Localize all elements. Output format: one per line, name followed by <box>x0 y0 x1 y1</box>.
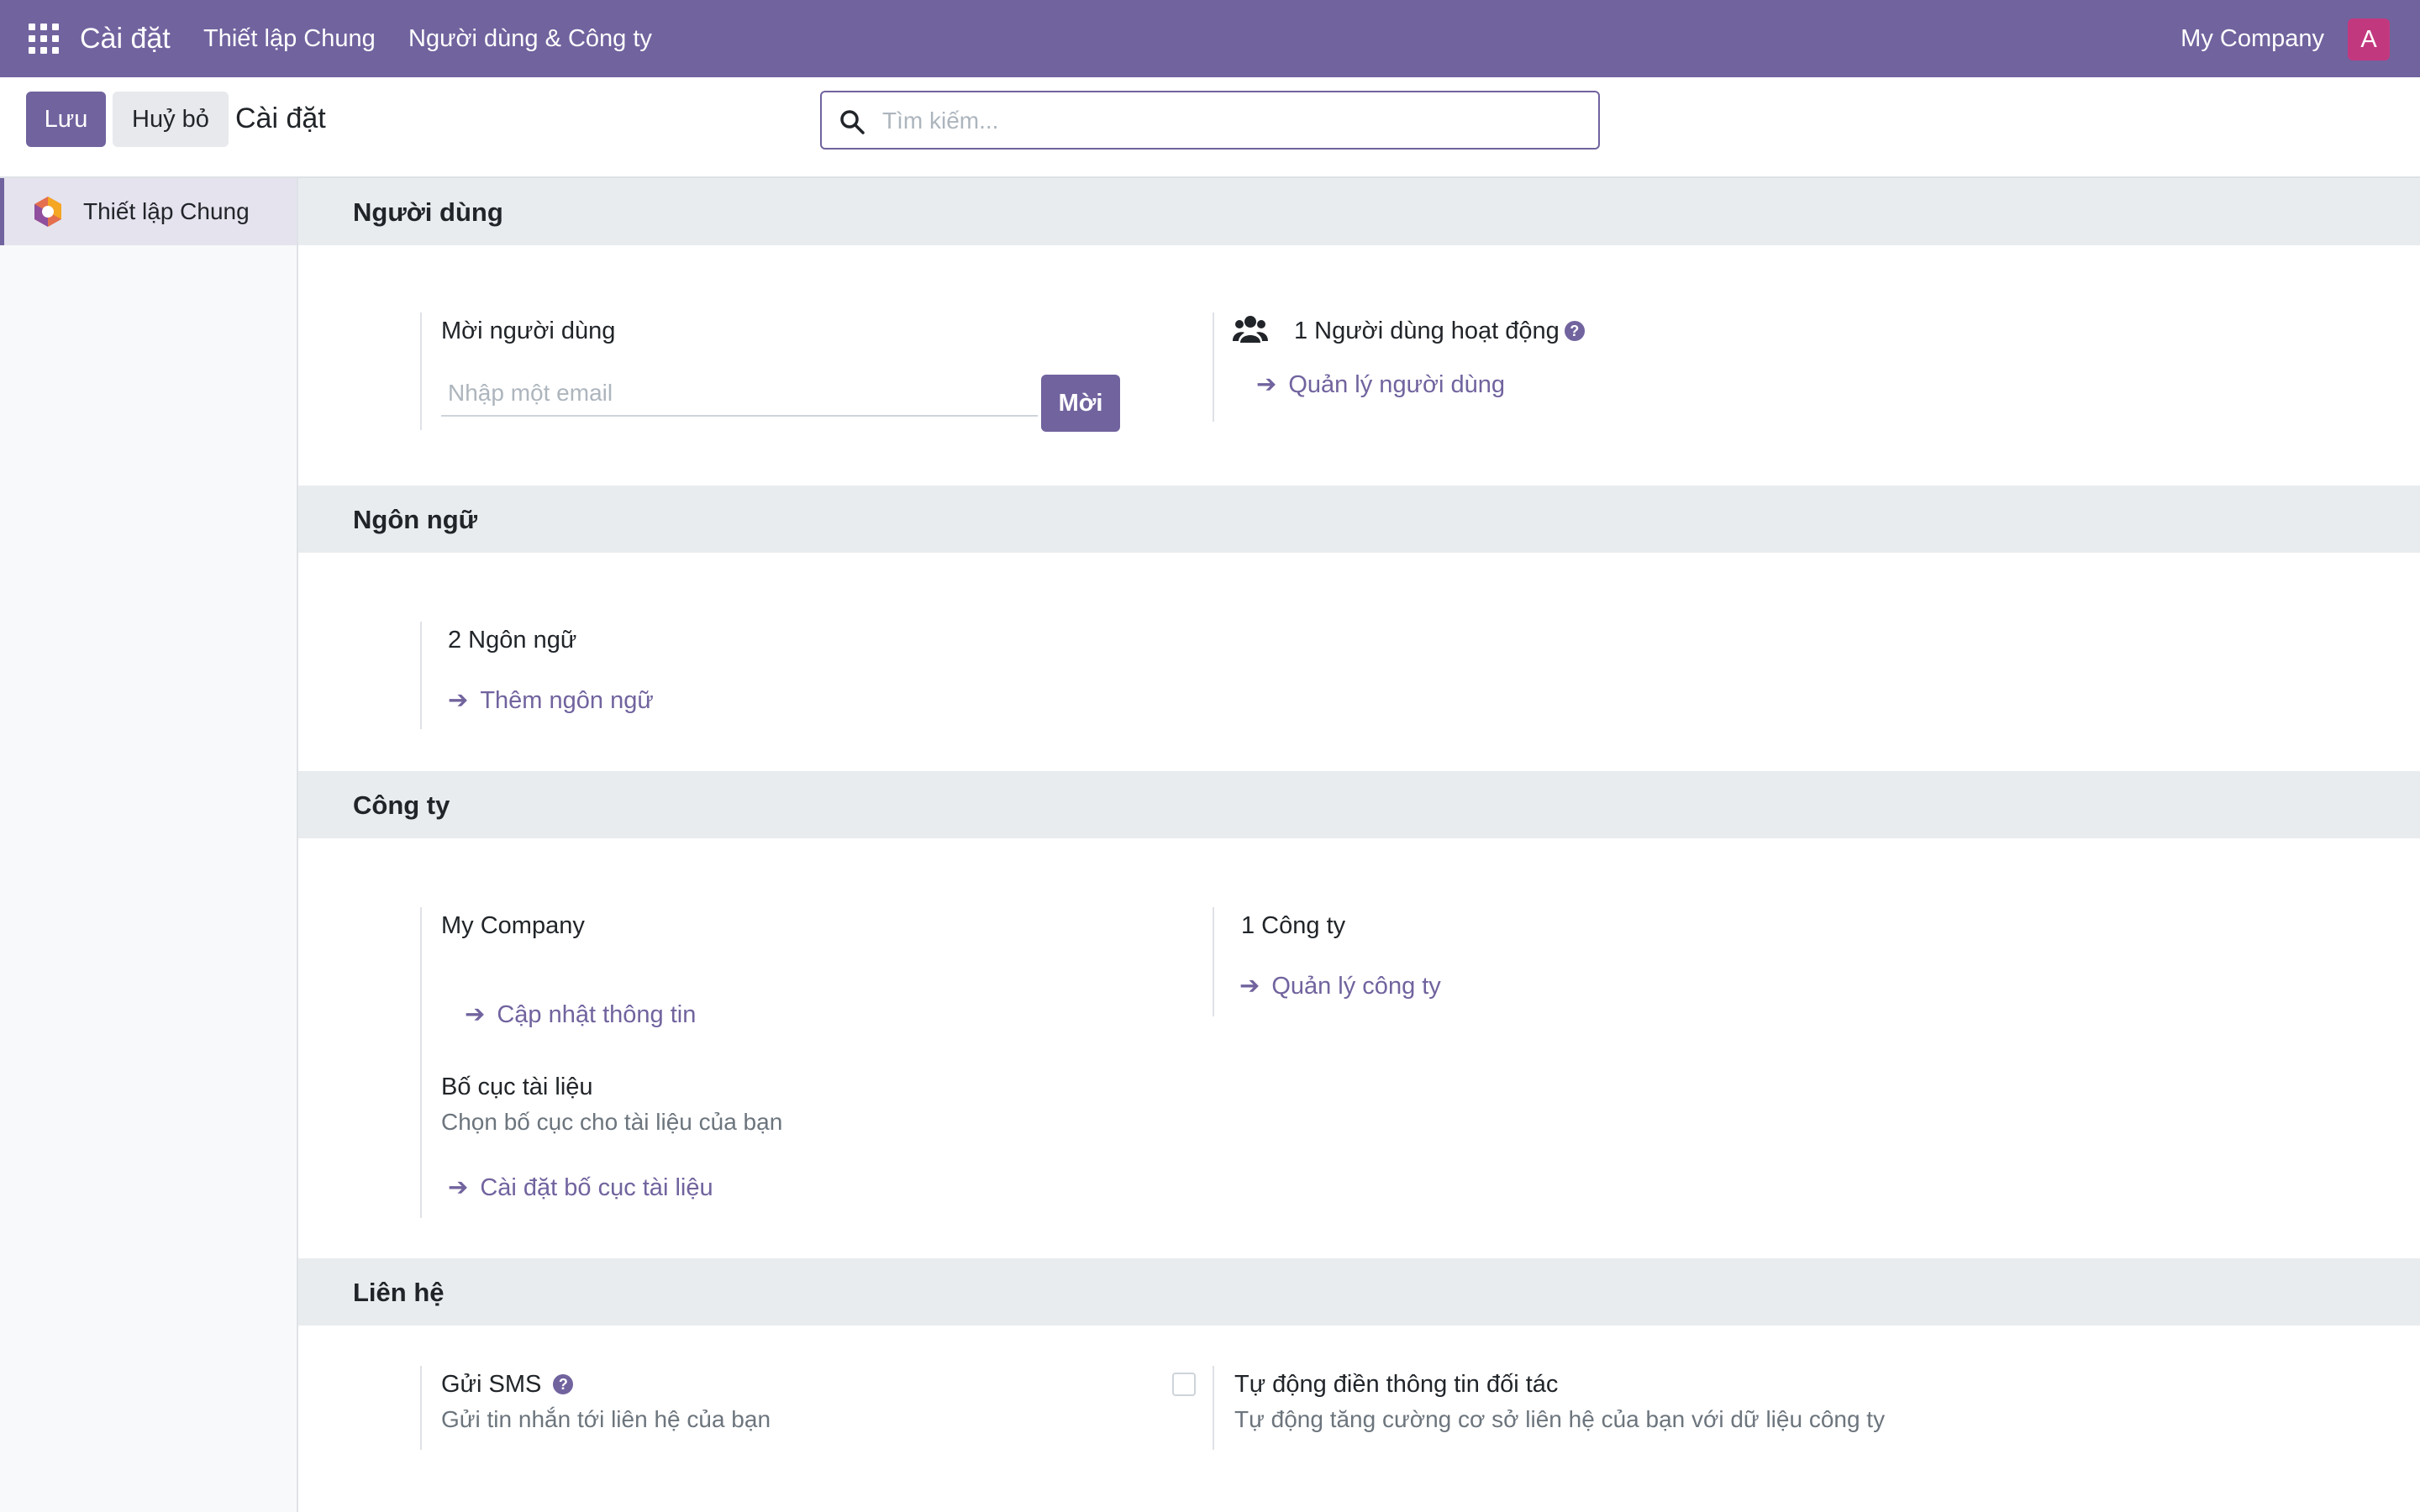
page-title: Cài đặt <box>235 102 326 134</box>
save-button[interactable]: Lưu <box>26 92 106 147</box>
user-avatar[interactable]: A <box>2348 18 2390 60</box>
send-sms-title: Gửi SMS? <box>441 1368 574 1401</box>
configure-document-layout-link[interactable]: ➔ Cài đặt bố cục tài liệu <box>448 1171 713 1205</box>
companies-count: 1 Công ty <box>1241 912 1346 939</box>
add-language-link[interactable]: ➔ Thêm ngôn ngữ <box>448 684 654 717</box>
partner-autocomplete-title: Tự động điền thông tin đối tác <box>1234 1371 1559 1398</box>
document-layout-title: Bố cục tài liệu <box>441 1074 593 1100</box>
arrow-right-icon: ➔ <box>1239 973 1260 1000</box>
invite-email-field[interactable] <box>441 371 1038 417</box>
setting-divider <box>1213 1366 1214 1450</box>
update-info-link[interactable]: ➔ Cập nhật thông tin <box>465 998 696 1032</box>
menu-general-settings[interactable]: Thiết lập Chung <box>203 22 376 55</box>
link-label: Cập nhật thông tin <box>497 1001 697 1028</box>
help-icon[interactable]: ? <box>1564 321 1585 341</box>
partner-autocomplete-checkbox[interactable] <box>1172 1373 1196 1396</box>
link-label: Thêm ngôn ngữ <box>480 687 654 714</box>
arrow-right-icon: ➔ <box>465 1001 486 1028</box>
cancel-button[interactable]: Huỷ bỏ <box>113 92 229 147</box>
invite-users-title: Mời người dùng <box>441 318 616 344</box>
sidebar-item-label: Thiết lập Chung <box>83 198 250 224</box>
active-users-count: 1 Người dùng hoạt động? <box>1294 314 1585 348</box>
setting-divider <box>420 312 422 430</box>
arrow-right-icon: ➔ <box>448 687 469 714</box>
section-title: Công ty <box>353 790 450 820</box>
link-label: Cài đặt bố cục tài liệu <box>480 1174 713 1201</box>
arrow-right-icon: ➔ <box>1256 371 1277 398</box>
users-icon <box>1233 316 1268 343</box>
manage-users-link[interactable]: ➔ Quản lý người dùng <box>1256 368 1505 402</box>
section-header-users: Người dùng <box>298 178 2420 245</box>
send-sms-description: Gửi tin nhắn tới liên hệ của bạn <box>441 1406 771 1432</box>
section-title: Liên hệ <box>353 1278 445 1307</box>
invite-button[interactable]: Mời <box>1041 375 1120 432</box>
link-label: Quản lý công ty <box>1271 973 1441 1000</box>
document-layout-description: Chọn bố cục cho tài liệu của bạn <box>441 1109 783 1135</box>
settings-app-icon <box>34 197 61 227</box>
section-title: Người dùng <box>353 197 503 227</box>
setting-divider <box>420 622 422 729</box>
help-icon[interactable]: ? <box>553 1374 574 1394</box>
setting-divider <box>1213 907 1214 1016</box>
section-header-contacts: Liên hệ <box>298 1258 2420 1326</box>
manage-companies-link[interactable]: ➔ Quản lý công ty <box>1239 969 1441 1003</box>
active-users-text: 1 Người dùng hoạt động <box>1294 318 1560 344</box>
section-title: Ngôn ngữ <box>353 505 478 534</box>
setting-divider <box>420 1366 422 1450</box>
section-header-languages: Ngôn ngữ <box>298 486 2420 553</box>
send-sms-label: Gửi SMS <box>441 1371 542 1398</box>
section-header-companies: Công ty <box>298 771 2420 838</box>
apps-grid-icon[interactable] <box>29 24 59 54</box>
search-box[interactable] <box>820 91 1600 150</box>
company-name: My Company <box>441 912 585 939</box>
setting-divider <box>1213 312 1214 422</box>
control-panel: Lưu Huỷ bỏ Cài đặt <box>0 77 2420 178</box>
search-input[interactable] <box>882 102 1571 139</box>
sidebar-item-general-settings[interactable]: Thiết lập Chung <box>0 178 297 245</box>
settings-content: Người dùng Mời người dùng Mời 1 Người dù… <box>298 178 2420 1512</box>
link-label: Quản lý người dùng <box>1288 371 1506 398</box>
app-title[interactable]: Cài đặt <box>80 18 171 59</box>
top-navbar: Cài đặt Thiết lập Chung Người dùng & Côn… <box>0 0 2420 77</box>
search-icon <box>840 110 865 134</box>
arrow-right-icon: ➔ <box>448 1174 469 1201</box>
settings-sidebar: Thiết lập Chung <box>0 178 298 1512</box>
partner-autocomplete-description: Tự động tăng cường cơ sở liên hệ của bạn… <box>1234 1406 1886 1432</box>
menu-users-companies[interactable]: Người dùng & Công ty <box>408 22 652 55</box>
company-switcher[interactable]: My Company <box>2181 22 2324 55</box>
setting-divider <box>420 907 422 1218</box>
languages-count: 2 Ngôn ngữ <box>448 627 577 654</box>
